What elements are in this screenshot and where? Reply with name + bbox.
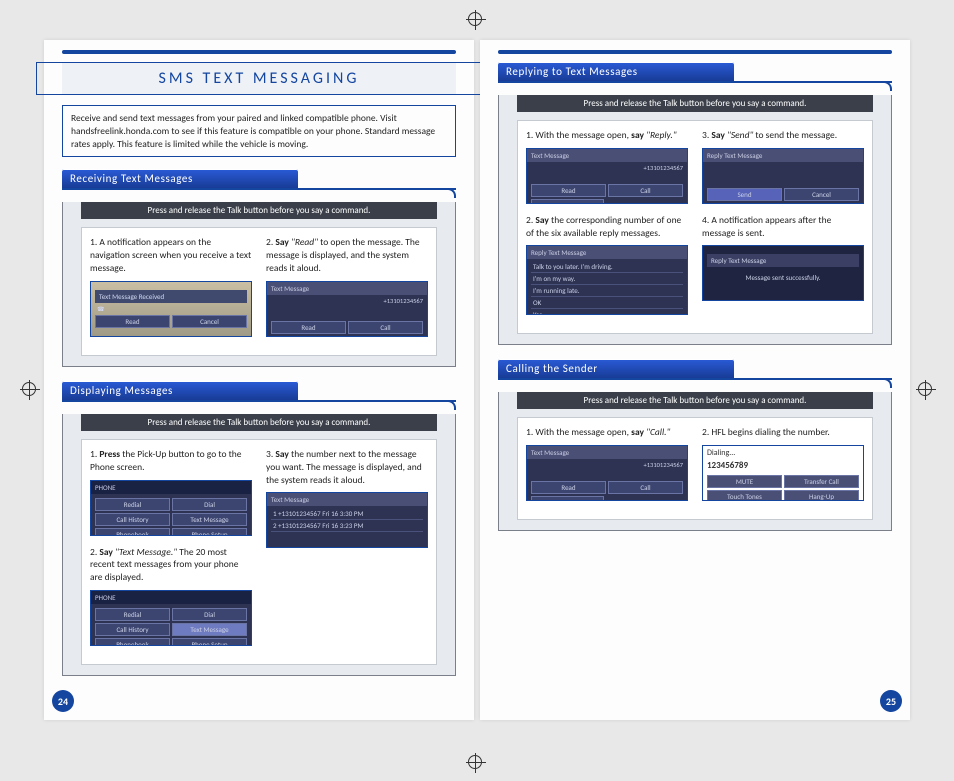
shot-title: Reply Text Message xyxy=(527,246,687,259)
shot-call-button: Call xyxy=(348,321,423,334)
page-number-left: 24 xyxy=(52,690,74,712)
list-item: OK xyxy=(531,297,683,309)
screenshot-receive-open: Text Message +13101234567 Read Call xyxy=(266,281,428,337)
top-rule xyxy=(498,50,892,54)
shot-title: Text Message xyxy=(267,282,427,295)
registration-mark-right xyxy=(918,382,932,396)
section-rule xyxy=(62,188,456,190)
intro-text: Receive and send text messages from your… xyxy=(62,105,456,157)
screenshot-text-list: Text Message 1 +13101234567 Fri 16 3:30 … xyxy=(266,492,428,548)
list-item: 1 +13101234567 Fri 16 3:30 PM xyxy=(271,508,423,520)
section-rule xyxy=(62,400,456,402)
shot-title: Dialing... xyxy=(707,448,859,458)
calling-step-1: 1. With the message open, say "Call." xyxy=(526,426,688,439)
list-item: 2 +13101234567 Fri 16 3:23 PM xyxy=(271,520,423,532)
list-item: I'm running late. xyxy=(531,285,683,297)
section-header-calling: Calling the Sender xyxy=(498,359,734,379)
screenshot-dialing: Dialing... 123456789 MUTE Transfer Call … xyxy=(702,445,864,501)
replying-step-3: 3. Say "Send" to send the message. xyxy=(702,129,864,142)
main-title-box: SMS TEXT MESSAGING xyxy=(62,62,456,95)
screenshot-phone-1: PHONE RedialDial Call HistoryText Messag… xyxy=(90,480,252,536)
shot-number: +13101234567 xyxy=(531,461,683,469)
shot-title: Reply Text Message xyxy=(707,254,859,267)
screenshot-call-open: Text Message +13101234567 Read Call Repl… xyxy=(526,445,688,501)
panel-displaying: Press and release the Talk button before… xyxy=(62,414,456,676)
screenshot-reply-send: Reply Text Message Send Cancel xyxy=(702,148,864,204)
talk-banner: Press and release the Talk button before… xyxy=(81,202,437,219)
shot-title: Reply Text Message xyxy=(703,149,863,162)
screenshot-receive-notify: Text Message Received ☎ Read Cancel xyxy=(90,281,252,337)
shot-number: +13101234567 xyxy=(271,297,423,305)
shot-title: Text Message xyxy=(267,493,427,506)
receiving-step-1: 1. A notification appears on the navigat… xyxy=(90,236,252,274)
shot-message: Message sent successfully. xyxy=(707,273,859,282)
shot-title: PHONE xyxy=(91,481,251,494)
calling-step-2: 2. HFL begins dialing the number. xyxy=(702,426,864,439)
panel-receiving: Press and release the Talk button before… xyxy=(62,202,456,366)
section-rule xyxy=(498,378,892,380)
screenshot-phone-2: PHONE RedialDial Call HistoryText Messag… xyxy=(90,590,252,646)
replying-step-2: 2. Say the corresponding number of one o… xyxy=(526,214,688,240)
talk-banner: Press and release the Talk button before… xyxy=(517,392,873,409)
panel-replying: Press and release the Talk button before… xyxy=(498,95,892,345)
top-rule xyxy=(62,50,456,54)
talk-banner: Press and release the Talk button before… xyxy=(517,95,873,112)
shot-read-button: Read xyxy=(271,321,346,334)
screenshot-reply-open: Text Message +13101234567 Read Call Repl… xyxy=(526,148,688,204)
replying-step-1: 1. With the message open, say "Reply." xyxy=(526,129,688,142)
page-left: SMS TEXT MESSAGING Receive and send text… xyxy=(44,40,474,720)
receiving-step-2: 2. Say "Read" to open the message. The m… xyxy=(266,236,428,274)
list-item: Talk to you later. I'm driving. xyxy=(531,261,683,273)
panel-calling: Press and release the Talk button before… xyxy=(498,392,892,531)
shot-read-button: Read xyxy=(95,315,170,328)
shot-cancel-button: Cancel xyxy=(172,315,247,328)
shot-title: Text Message xyxy=(527,149,687,162)
screenshot-reply-sent: Reply Text Message Message sent successf… xyxy=(702,245,864,301)
shot-title: Text Message xyxy=(527,446,687,459)
page-number-right: 25 xyxy=(880,690,902,712)
list-item: I'm on my way. xyxy=(531,273,683,285)
replying-step-4: 4. A notification appears after the mess… xyxy=(702,214,864,240)
displaying-step-2: 2. Say "Text Message." The 20 most recen… xyxy=(90,546,252,584)
registration-mark-left xyxy=(22,382,36,396)
shot-title: PHONE xyxy=(91,591,251,604)
shot-number: +13101234567 xyxy=(531,164,683,172)
list-item: Yes xyxy=(531,309,683,315)
screenshot-reply-list: Reply Text Message Talk to you later. I'… xyxy=(526,245,688,315)
page-right: Replying to Text Messages Press and rele… xyxy=(480,40,910,720)
section-rule xyxy=(498,81,892,83)
talk-banner: Press and release the Talk button before… xyxy=(81,414,437,431)
shot-number: 123456789 xyxy=(707,460,859,471)
section-header-replying: Replying to Text Messages xyxy=(498,62,734,82)
section-header-receiving: Receiving Text Messages xyxy=(62,169,298,189)
registration-mark-bottom xyxy=(468,755,482,769)
displaying-step-3: 3. Say the number next to the message yo… xyxy=(266,448,428,486)
shot-title: Text Message Received xyxy=(95,290,247,303)
main-title: SMS TEXT MESSAGING xyxy=(62,69,456,88)
displaying-step-1: 1. Press the Pick-Up button to go to the… xyxy=(90,448,252,474)
registration-mark-top xyxy=(468,12,482,26)
section-header-displaying: Displaying Messages xyxy=(62,381,298,401)
